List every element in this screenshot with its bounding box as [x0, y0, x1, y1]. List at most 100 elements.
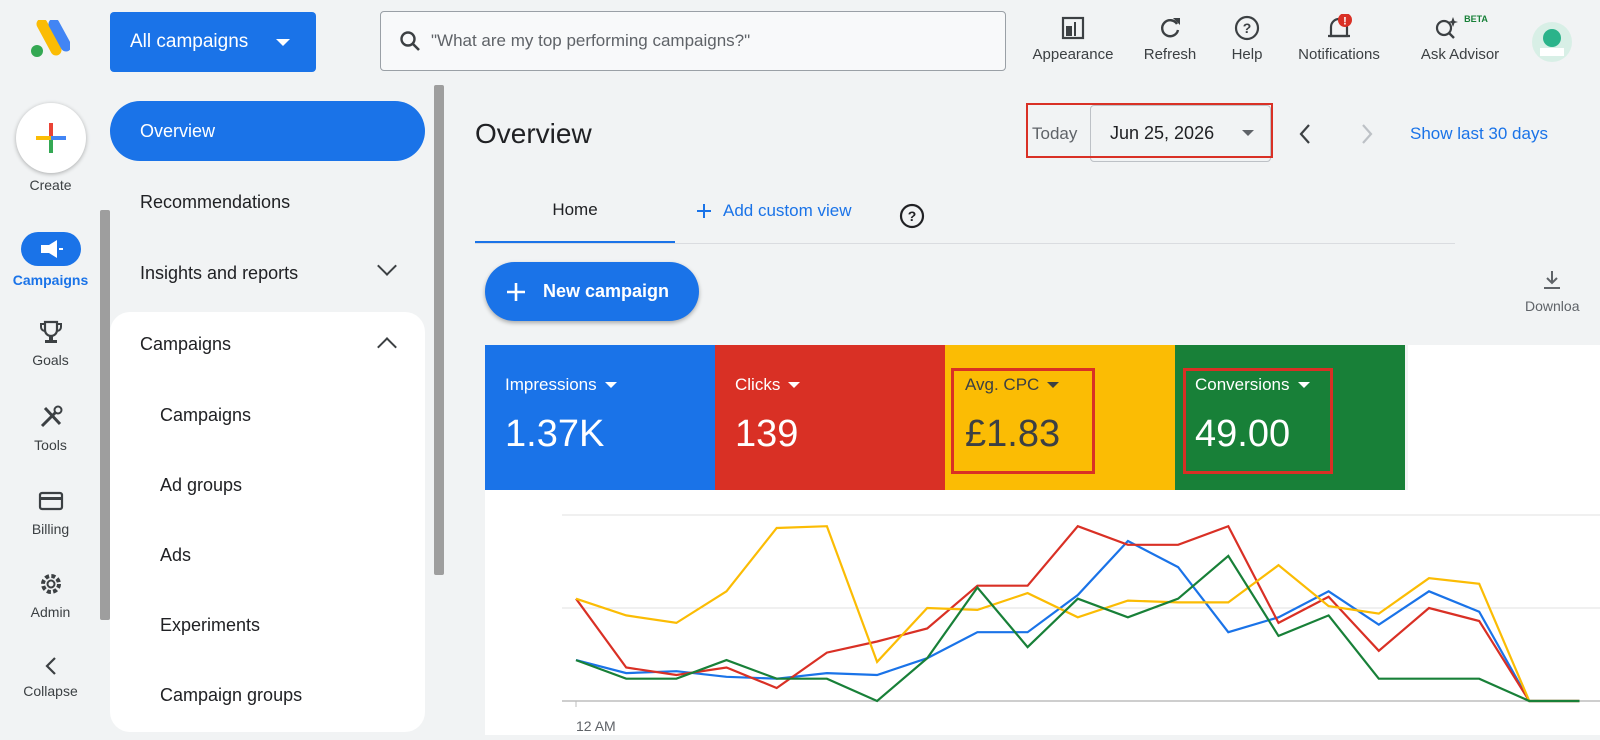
show-last-30-days-link[interactable]: Show last 30 days: [1410, 124, 1548, 144]
metric-value: 139: [735, 413, 799, 455]
metric-value: 1.37K: [505, 413, 605, 455]
new-campaign-button[interactable]: New campaign: [485, 262, 699, 321]
nav-sub-item[interactable]: Ad groups: [160, 475, 242, 496]
nav-scrollbar[interactable]: [434, 85, 444, 575]
rail-admin-label: Admin: [30, 604, 71, 620]
rail-item-goals[interactable]: Goals: [0, 318, 101, 368]
conversions-highlight-box: [1183, 368, 1333, 474]
rail-goals-label: Goals: [32, 352, 69, 368]
rail-create-label: Create: [29, 177, 72, 193]
rail-tools-label: Tools: [34, 437, 67, 453]
add-custom-view-button[interactable]: Add custom view: [695, 201, 852, 221]
appearance-label: Appearance: [1032, 46, 1114, 63]
series-line-0: [575, 539, 1580, 703]
tab-divider: [475, 243, 1455, 244]
rail-collapse-label: Collapse: [23, 683, 78, 699]
download-button[interactable]: Downloa: [1525, 268, 1579, 314]
performance-chart: [485, 490, 1600, 735]
avg-cpc-highlight-box: [951, 368, 1095, 474]
nav-item-campaigns-section[interactable]: Campaigns: [140, 334, 400, 357]
rail-item-billing[interactable]: Billing: [0, 487, 101, 537]
plus-icon: [507, 282, 525, 301]
download-label: Downloa: [1525, 298, 1580, 314]
help-icon[interactable]: ?: [898, 202, 926, 230]
nav-sub-item[interactable]: Ads: [160, 545, 191, 566]
refresh-label: Refresh: [1143, 46, 1197, 63]
notification-badge: !: [1343, 16, 1347, 28]
tab-home-label: Home: [552, 200, 598, 219]
metric-label-text: Clicks: [735, 375, 781, 394]
create-button[interactable]: [16, 103, 86, 173]
rail-item-campaigns[interactable]: Campaigns: [0, 232, 101, 288]
search-placeholder: "What are my top performing campaigns?": [431, 31, 751, 50]
nav-item-insights[interactable]: Insights and reports: [140, 256, 400, 284]
metric-label[interactable]: Clicks: [735, 375, 945, 395]
gear-icon: [40, 574, 61, 594]
account-selector-button[interactable]: All campaigns: [110, 12, 316, 72]
chevron-left-icon: [44, 657, 56, 675]
search-icon: [400, 31, 420, 51]
rail-scrollbar[interactable]: [100, 210, 110, 620]
notifications-button[interactable]: ! Notifications: [1284, 14, 1394, 74]
series-line-2: [575, 525, 1580, 703]
nav-sub-item[interactable]: Campaigns: [160, 405, 251, 426]
nav-insights-label: Insights and reports: [140, 263, 299, 283]
chevron-left-icon[interactable]: [1298, 123, 1312, 145]
tools-icon: [40, 405, 62, 428]
plus-icon: [697, 204, 711, 218]
chevron-right-icon[interactable]: [1360, 123, 1374, 145]
avatar[interactable]: [1532, 22, 1572, 62]
rail-billing-label: Billing: [31, 521, 70, 537]
ask-advisor-icon: BETA: [1435, 14, 1488, 39]
help-label: Help: [1231, 46, 1263, 63]
nav-item-overview[interactable]: Overview: [110, 101, 425, 161]
line-chart: [562, 514, 1600, 707]
add-custom-view-label: Add custom view: [723, 201, 852, 220]
metric-card-clicks[interactable]: Clicks 139: [715, 345, 945, 490]
appearance-button[interactable]: Appearance: [1028, 14, 1118, 74]
refresh-icon: [1161, 18, 1180, 38]
series-line-1: [575, 524, 1580, 703]
search-input[interactable]: "What are my top performing campaigns?": [380, 11, 1006, 71]
download-icon: [1544, 271, 1561, 289]
beta-badge: BETA: [1464, 14, 1488, 24]
caret-down-icon: [788, 382, 801, 388]
help-icon: ?: [1234, 15, 1260, 41]
account-selector-label: All campaigns: [130, 31, 249, 52]
nav-item-recommendations[interactable]: Recommendations: [140, 192, 290, 213]
rail-campaigns-label: Campaigns: [12, 272, 89, 288]
metric-empty-slot: [1408, 345, 1600, 490]
google-ads-logo[interactable]: [28, 18, 72, 60]
credit-card-icon: [38, 491, 63, 511]
trophy-icon: [39, 320, 62, 343]
chevron-up-icon: [377, 337, 397, 357]
rail-item-collapse[interactable]: Collapse: [0, 655, 101, 699]
help-button[interactable]: ? Help: [1222, 14, 1272, 74]
page-title: Overview: [475, 118, 592, 149]
tab-home[interactable]: Home: [475, 200, 675, 244]
nav-sub-item[interactable]: Experiments: [160, 615, 260, 636]
plus-icon: [36, 123, 66, 153]
nav-overview-label: Overview: [140, 120, 216, 141]
svg-text:?: ?: [908, 208, 917, 224]
nav-campaigns-section-label: Campaigns: [140, 334, 232, 354]
megaphone-icon: [20, 232, 81, 266]
metric-label-text: Impressions: [505, 375, 597, 394]
rail-item-admin[interactable]: Admin: [0, 570, 101, 620]
notifications-label: Notifications: [1298, 46, 1380, 63]
rail-item-tools[interactable]: Tools: [0, 403, 101, 453]
metric-card-impressions[interactable]: Impressions 1.37K: [485, 345, 715, 490]
metric-label[interactable]: Impressions: [505, 375, 715, 395]
refresh-button[interactable]: Refresh: [1135, 14, 1205, 74]
ask-advisor-button[interactable]: BETA Ask Advisor: [1405, 14, 1515, 74]
new-campaign-label: New campaign: [543, 281, 670, 301]
appearance-icon: [1061, 16, 1085, 40]
nav-sub-item[interactable]: Campaign groups: [160, 685, 302, 706]
caret-down-icon: [276, 39, 290, 46]
caret-down-icon: [604, 382, 617, 388]
x-tick-label: 12 AM: [576, 718, 616, 734]
caret-down-icon: [1242, 130, 1254, 136]
svg-text:?: ?: [1243, 20, 1252, 36]
today-label: Today: [1032, 124, 1078, 143]
notifications-icon: !: [1328, 14, 1352, 38]
